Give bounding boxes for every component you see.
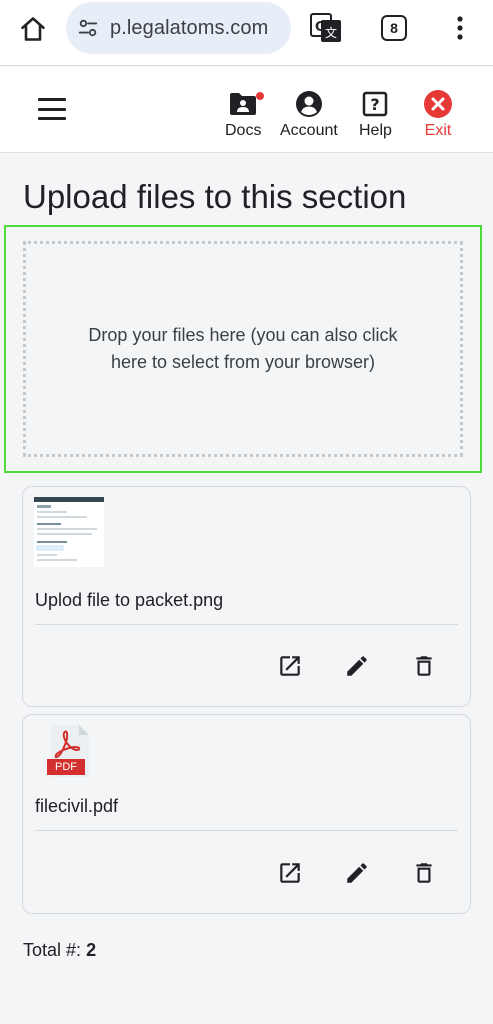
docs-button[interactable]: Docs xyxy=(225,89,265,140)
svg-text:文: 文 xyxy=(325,25,337,40)
translate-icon[interactable]: G 文 xyxy=(308,10,344,46)
more-options-icon[interactable] xyxy=(450,12,470,44)
site-settings-icon[interactable] xyxy=(66,2,110,54)
file-dropzone[interactable]: Drop your files here (you can also click… xyxy=(4,225,482,473)
help-icon: ? xyxy=(360,89,390,119)
folder-user-icon xyxy=(228,89,265,119)
dropzone-inner[interactable]: Drop your files here (you can also click… xyxy=(23,241,463,457)
file-actions xyxy=(272,648,442,684)
account-label: Account xyxy=(280,122,338,139)
hamburger-menu-icon[interactable] xyxy=(38,98,66,120)
card-divider xyxy=(35,624,458,625)
url-text: p.legalatoms.com xyxy=(110,16,269,39)
total-value: 2 xyxy=(86,940,97,960)
home-icon[interactable] xyxy=(16,12,50,46)
total-label: Total #: xyxy=(23,940,82,960)
file-card: Uplod file to packet.png xyxy=(22,486,471,707)
exit-label: Exit xyxy=(424,122,452,139)
account-button[interactable]: Account xyxy=(280,89,338,140)
docs-label: Docs xyxy=(225,122,262,139)
tab-switcher-button[interactable]: 8 xyxy=(381,15,407,41)
tab-count: 8 xyxy=(390,20,398,36)
browser-toolbar: p.legalatoms.com G 文 8 xyxy=(0,0,493,66)
pdf-file-icon[interactable]: PDF xyxy=(47,725,91,777)
pdf-badge-label: PDF xyxy=(55,761,77,773)
account-icon xyxy=(294,89,324,119)
edit-pencil-icon[interactable] xyxy=(339,855,375,891)
help-label: Help xyxy=(359,122,392,139)
exit-button[interactable]: Exit xyxy=(423,89,453,140)
app-header: Docs Account ? Help Exit xyxy=(0,67,493,153)
page-title: Upload files to this section xyxy=(23,178,407,215)
file-thumbnail[interactable] xyxy=(34,497,104,567)
close-circle-icon xyxy=(423,89,453,119)
svg-text:?: ? xyxy=(371,95,380,114)
file-card: PDF filecivil.pdf xyxy=(22,714,471,914)
open-external-icon[interactable] xyxy=(272,648,308,684)
address-bar[interactable]: p.legalatoms.com xyxy=(66,2,291,54)
file-name[interactable]: filecivil.pdf xyxy=(35,796,118,817)
dropzone-text: Drop your files here (you can also click… xyxy=(88,325,398,372)
delete-trash-icon[interactable] xyxy=(406,648,442,684)
file-actions xyxy=(272,855,442,891)
help-button[interactable]: ? Help xyxy=(359,89,392,140)
notification-dot xyxy=(256,92,265,100)
open-external-icon[interactable] xyxy=(272,855,308,891)
delete-trash-icon[interactable] xyxy=(406,855,442,891)
file-name[interactable]: Uplod file to packet.png xyxy=(35,590,223,611)
card-divider xyxy=(35,830,458,831)
edit-pencil-icon[interactable] xyxy=(339,648,375,684)
total-count: Total #: 2 xyxy=(23,940,96,961)
